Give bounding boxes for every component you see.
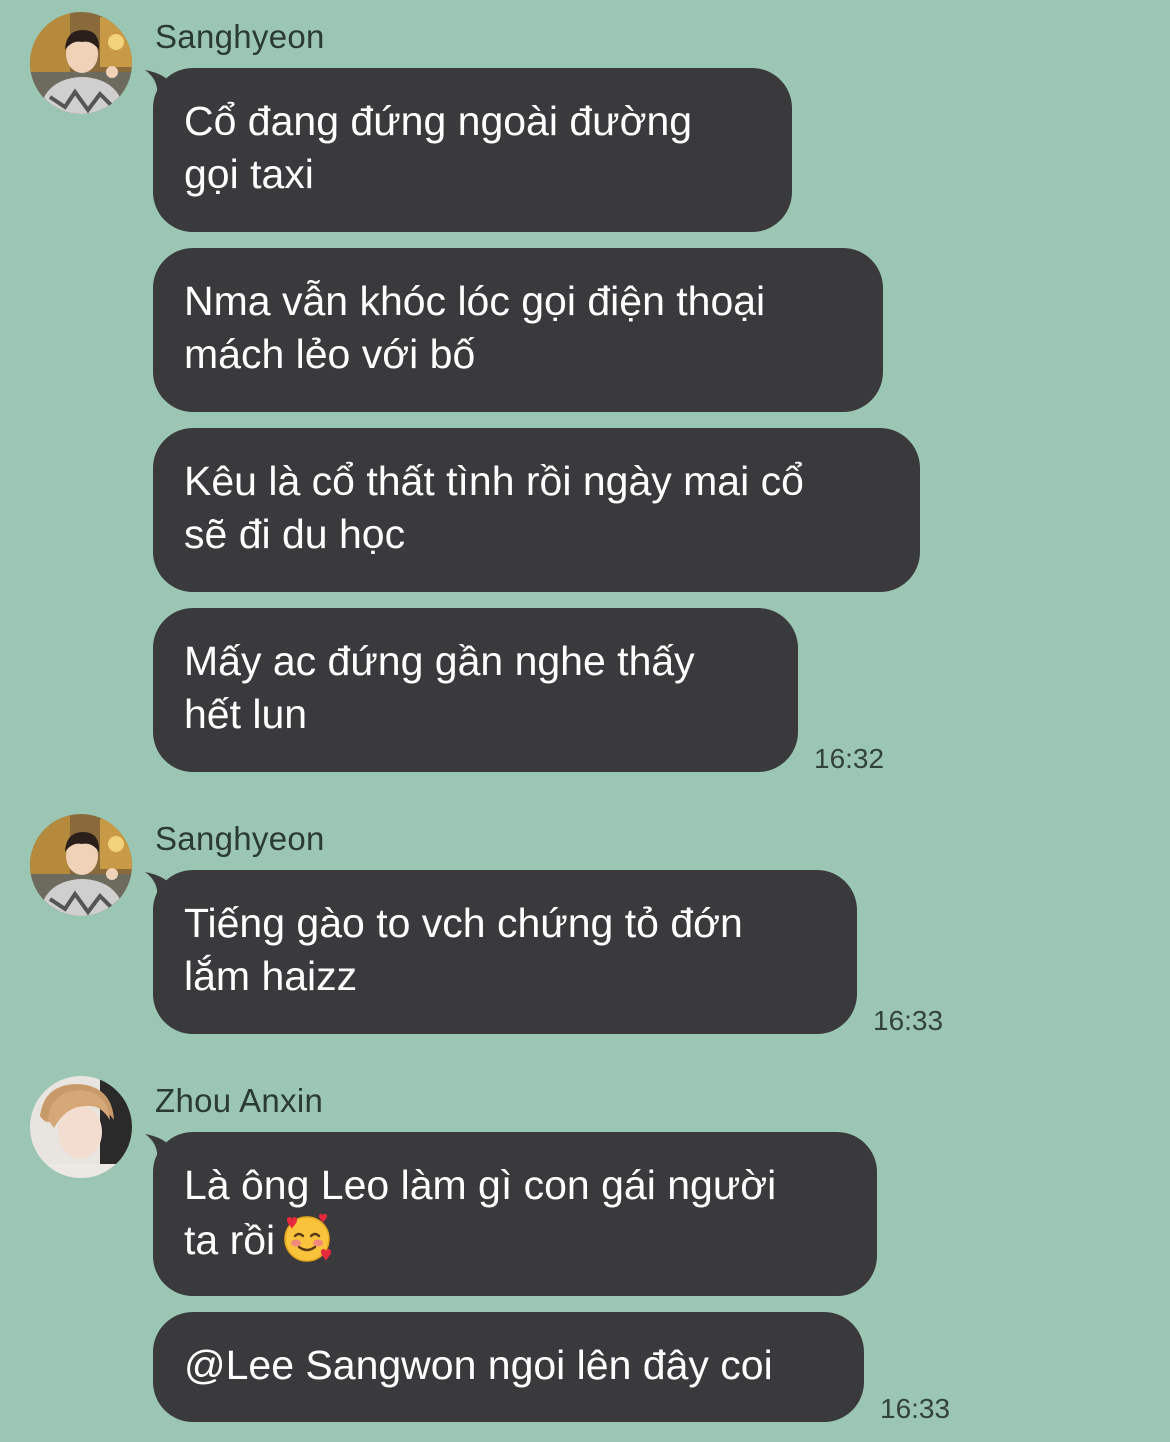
message-text: Kêu là cổ thất tình rồi ngày mai cổ xyxy=(184,458,804,504)
person-photo-avatar xyxy=(30,814,132,916)
smiling-face-with-hearts-icon xyxy=(284,1213,332,1262)
message-text: Là ông Leo làm gì con gái người xyxy=(184,1162,777,1208)
person-photo-avatar xyxy=(30,12,132,114)
message-text-line: ta rồi xyxy=(184,1212,846,1267)
sender-avatar[interactable] xyxy=(30,12,132,114)
message-bubble[interactable]: @Lee Sangwon ngoi lên đây coi xyxy=(153,1312,864,1422)
message-bubble[interactable]: Mấy ac đứng gần nghe thấy hết lun xyxy=(153,608,798,772)
message-text: lắm haizz xyxy=(184,953,358,999)
sender-name: Sanghyeon xyxy=(155,18,325,55)
message-bubble[interactable]: Tiếng gào to vch chứng tỏ đớn lắm haizz xyxy=(153,870,857,1034)
message-timestamp: 16:33 xyxy=(873,1005,944,1036)
sender-avatar[interactable] xyxy=(30,1076,132,1178)
message-text: sẽ đi du học xyxy=(184,511,406,557)
message-text: Mấy ac đứng gần nghe thấy xyxy=(184,638,695,684)
message-text: @Lee Sangwon ngoi lên đây coi xyxy=(184,1342,773,1388)
message-text: Tiếng gào to vch chứng tỏ đớn xyxy=(184,900,743,946)
message-text: mách lẻo với bố xyxy=(184,331,476,377)
message-bubble[interactable]: Là ông Leo làm gì con gái người ta rồi xyxy=(153,1132,877,1296)
sender-name: Sanghyeon xyxy=(155,820,325,857)
message-timestamp: 16:32 xyxy=(814,743,885,774)
person-photo-avatar xyxy=(30,1076,132,1178)
sender-avatar[interactable] xyxy=(30,814,132,916)
message-text: gọi taxi xyxy=(184,151,314,197)
message-bubble[interactable]: Kêu là cổ thất tình rồi ngày mai cổ sẽ đ… xyxy=(153,428,920,592)
message-text: hết lun xyxy=(184,691,308,737)
message-text: Cổ đang đứng ngoài đường xyxy=(184,98,693,144)
message-bubble[interactable]: Nma vẫn khóc lóc gọi điện thoại mách lẻo… xyxy=(153,248,883,412)
sender-name: Zhou Anxin xyxy=(155,1082,324,1119)
message-text: Nma vẫn khóc lóc gọi điện thoại xyxy=(184,278,766,324)
message-timestamp: 16:33 xyxy=(880,1393,951,1424)
message-bubble[interactable]: Cổ đang đứng ngoài đường gọi taxi xyxy=(153,68,792,232)
message-text: ta rồi xyxy=(184,1217,276,1263)
